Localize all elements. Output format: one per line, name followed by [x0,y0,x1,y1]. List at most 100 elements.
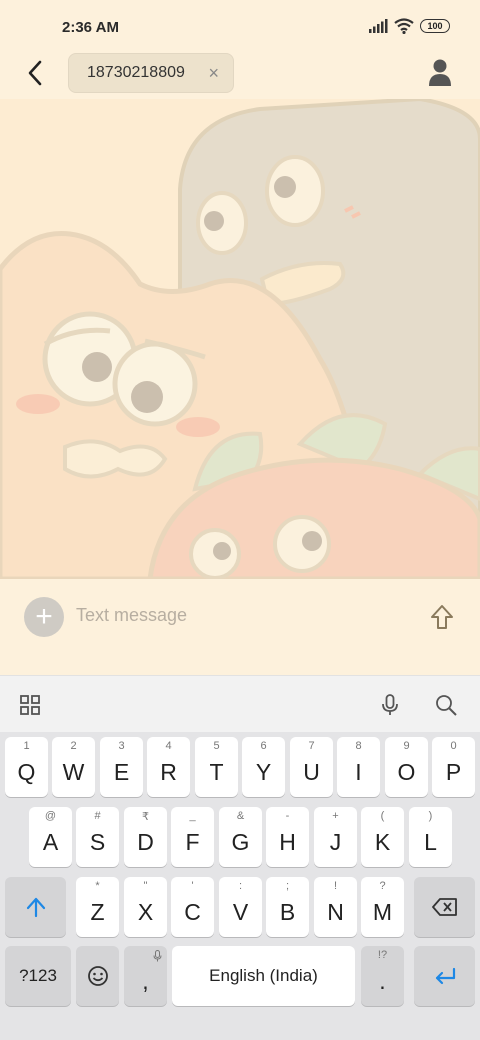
key-hint: ; [285,880,290,892]
key-hint: # [94,810,101,822]
space-label: English (India) [209,966,318,985]
send-button[interactable] [428,603,456,631]
status-icons: 100 [368,18,450,34]
status-bar: 2:36 AM 100 [0,0,480,56]
key-hint: " [143,880,148,892]
key-b[interactable]: ; B [266,877,309,937]
keyboard: 1Q 2W 3E 4R 5T 6Y 7U 8I 9O 0P @ A # S ₹ D _… [0,732,480,1040]
key-label: . [379,967,386,994]
grid-icon[interactable] [18,693,42,717]
header: 18730218809 × [0,50,480,96]
key-l[interactable]: ) L [409,807,452,867]
back-arrow-icon [28,60,42,86]
key-t[interactable]: 5T [195,737,238,797]
key-hint: ! [333,880,338,892]
emoji-icon [87,966,108,986]
key-hint: ? [379,880,386,892]
key-label: J [329,828,342,855]
key-label: X [137,898,154,925]
key-label: G [231,828,250,855]
signal-icon [369,19,388,33]
key-a[interactable]: @ A [29,807,72,867]
key-label: R [160,758,177,785]
back-button[interactable] [20,58,50,88]
recipient-number: 18730218809 [87,64,185,81]
key-label: D [137,828,154,855]
recipient-chip[interactable]: 18730218809 × [68,53,234,93]
plus-icon: + [35,600,53,633]
key-q[interactable]: 1Q [5,737,48,797]
key-label: H [279,828,296,855]
key-i[interactable]: 8I [337,737,380,797]
key-label: K [374,828,391,855]
key-label: Y [255,758,272,785]
key-j[interactable]: + J [314,807,357,867]
key-label: Z [90,898,105,925]
key-hint: * [95,880,100,892]
key-hint: 2 [70,740,77,752]
battery-icon: 100 [420,19,450,33]
key-hint: 5 [213,740,220,752]
key-label: C [184,898,201,925]
key-hint: ( [380,810,385,822]
key-hint: & [236,810,245,822]
key-label: E [113,758,130,785]
enter-key[interactable] [414,946,475,1006]
key-e[interactable]: 3E [100,737,143,797]
space-key[interactable]: English (India) [172,946,355,1006]
shift-key[interactable] [5,877,66,937]
key-hint: 1 [23,740,30,752]
key-hint: 9 [403,740,410,752]
key-y[interactable]: 6Y [242,737,285,797]
key-label: O [397,758,416,785]
key-p[interactable]: 0P [432,737,475,797]
key-r[interactable]: 4R [147,737,190,797]
key-hint: 8 [355,740,362,752]
key-s[interactable]: # S [76,807,119,867]
close-icon[interactable]: × [208,63,219,84]
key-o[interactable]: 9O [385,737,428,797]
key-label: N [327,898,344,925]
comma-key[interactable]: , [124,946,167,1006]
key-hint: + [332,810,339,822]
key-u[interactable]: 7U [290,737,333,797]
wifi-icon [394,18,414,34]
key-v[interactable]: :V [219,877,262,937]
key-label: F [185,828,200,855]
microphone-icon[interactable] [378,693,402,717]
key-n[interactable]: ! N [314,877,357,937]
key-hint: ' [191,880,194,892]
attach-button[interactable]: + [24,597,64,637]
key-label: U [303,758,320,785]
key-label: B [279,898,296,925]
period-key[interactable]: !?. [361,946,404,1006]
key-c[interactable]: ' C [171,877,214,937]
key-hint: 0 [450,740,457,752]
message-input[interactable]: Text message [76,605,187,626]
battery-level: 100 [427,21,443,31]
key-k[interactable]: (K [361,807,404,867]
key-label: Q [17,758,36,785]
key-x[interactable]: " X [124,877,167,937]
key-h[interactable]: -H [266,807,309,867]
key-z[interactable]: * Z [76,877,119,937]
compose-bar: + Text message [0,579,480,675]
key-w[interactable]: 2W [52,737,95,797]
contact-button[interactable] [426,58,454,88]
key-hint: ₹ [142,811,149,823]
backspace-key[interactable] [414,877,475,937]
key-hint: _ [189,810,196,822]
key-label: V [232,898,249,925]
key-label: , [142,967,149,994]
search-icon[interactable] [434,693,458,717]
key-d[interactable]: ₹ D [124,807,167,867]
emoji-key[interactable] [76,946,119,1006]
key-f[interactable]: _ F [171,807,214,867]
key-hint: - [285,810,290,822]
key-g[interactable]: & G [219,807,262,867]
symbols-key[interactable]: ?123 [5,946,71,1006]
key-hint: @ [44,810,57,822]
key-label: P [445,758,462,785]
key-m[interactable]: ? M [361,877,404,937]
status-time: 2:36 AM [62,19,119,36]
